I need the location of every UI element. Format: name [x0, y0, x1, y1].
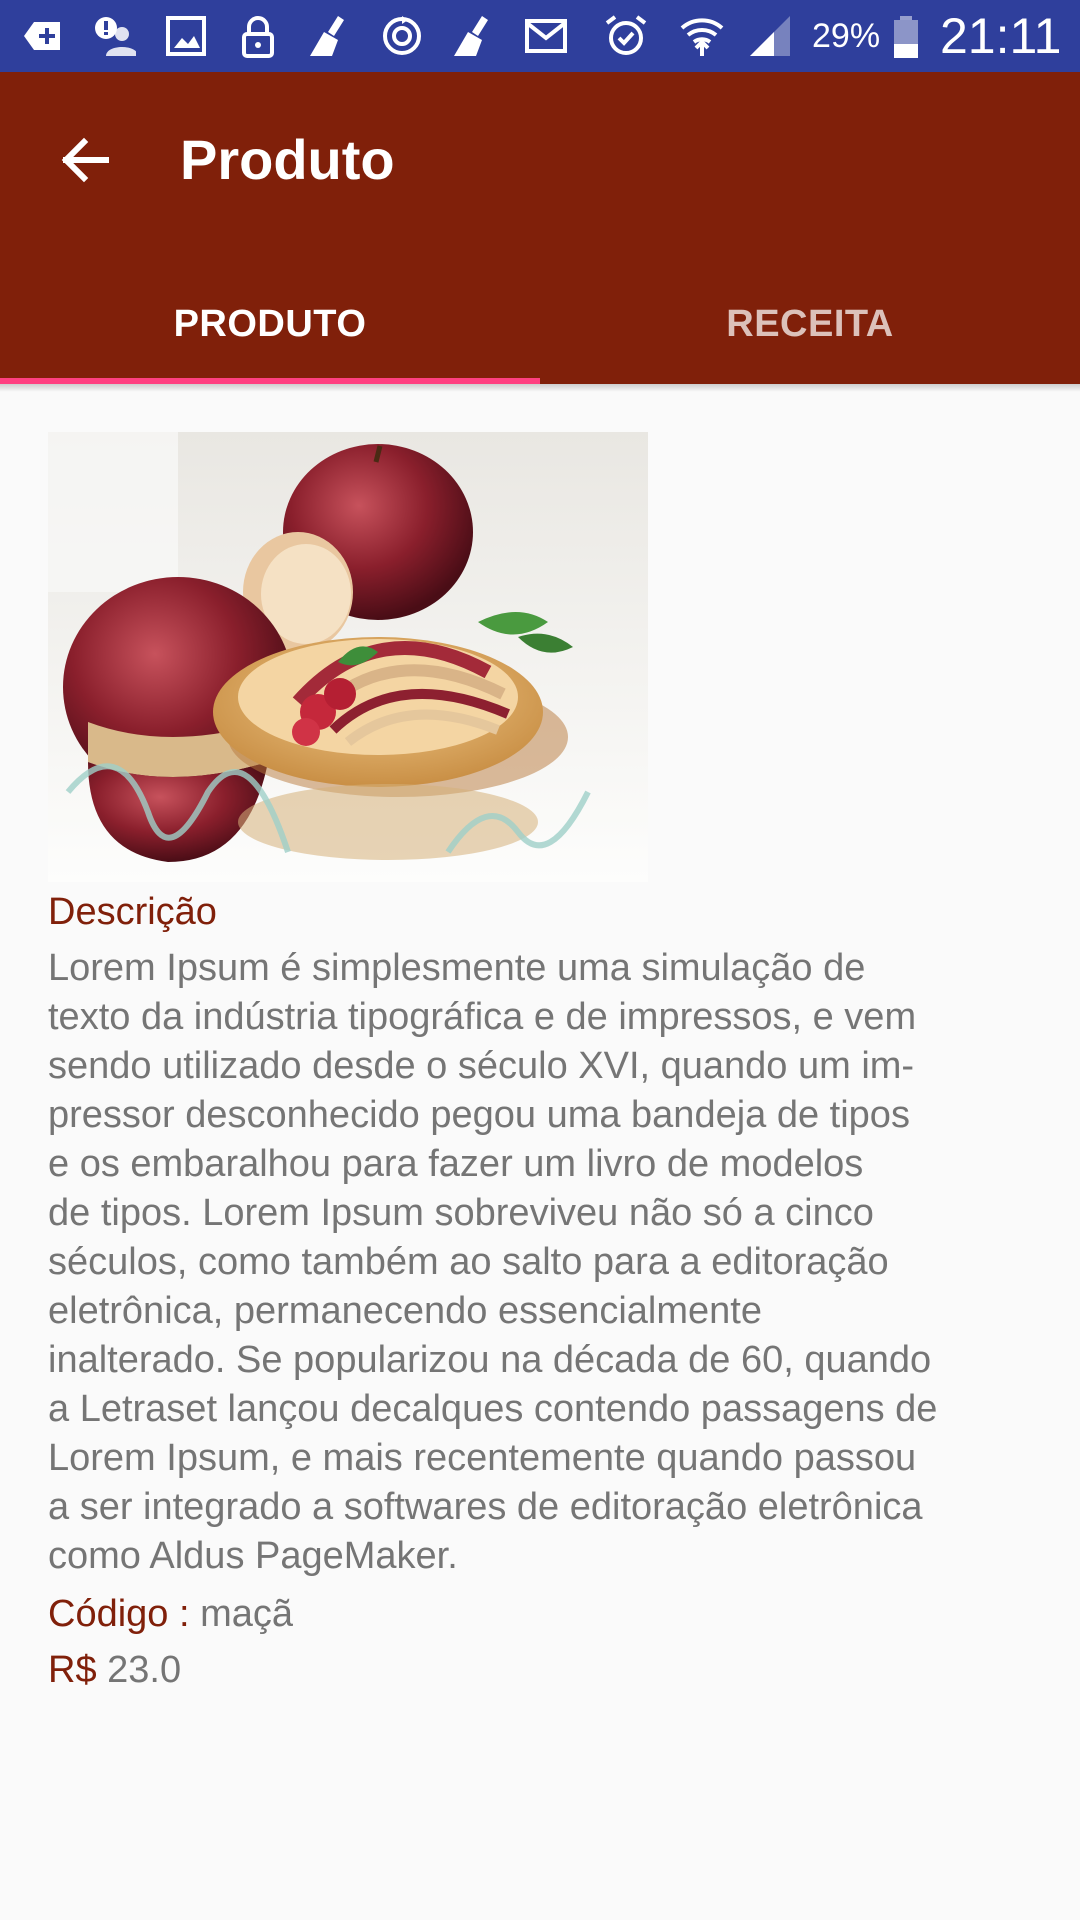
- product-image: [48, 432, 648, 882]
- arrow-back-icon: [61, 137, 109, 183]
- tab-produto[interactable]: PRODUTO: [0, 264, 540, 384]
- price-label: R$: [48, 1649, 97, 1691]
- description-line: Lorem Ipsum é simplesmente uma simulação…: [48, 947, 866, 989]
- description-text: Lorem Ipsum é simplesmente uma simulação…: [48, 944, 1038, 1581]
- code-row: Código : maçã: [48, 1586, 293, 1642]
- code-value: maçã: [200, 1593, 294, 1635]
- description-line: a ser integrado a softwares de editoraçã…: [48, 1486, 923, 1528]
- page-title: Produto: [180, 128, 395, 191]
- code-label: Código :: [48, 1593, 190, 1635]
- broom-icon: [452, 14, 496, 58]
- app-bar-shadow: [0, 384, 1080, 392]
- alarm-icon: [604, 14, 648, 58]
- alert-person-icon: [92, 14, 136, 58]
- mail-icon: [524, 14, 568, 58]
- description-line: séculos, como também ao salto para a edi…: [48, 1241, 889, 1283]
- add-notification-icon: [20, 14, 64, 58]
- price-row: R$ 23.0: [48, 1642, 181, 1698]
- description-line: a Letraset lançou decalques contendo pas…: [48, 1388, 938, 1430]
- description-line: pressor desconhecido pegou uma bandeja d…: [48, 1094, 910, 1136]
- image-icon: [164, 14, 208, 58]
- description-line: e os embaralhou para fazer um livro de m…: [48, 1143, 864, 1185]
- description-line: como Aldus PageMaker.: [48, 1535, 458, 1577]
- app-bar: Produto PRODUTO RECEITA: [0, 72, 1080, 384]
- battery-icon: [884, 14, 928, 58]
- battery-percent: 29%: [812, 17, 881, 55]
- tab-receita[interactable]: RECEITA: [540, 264, 1080, 384]
- status-bar: 29% 21:11: [0, 0, 1080, 72]
- sync-icon: [380, 14, 424, 58]
- description-label: Descrição: [48, 891, 217, 933]
- wifi-icon: [680, 14, 724, 58]
- signal-icon: [748, 14, 792, 58]
- broom-icon: [308, 14, 352, 58]
- description-line: sendo utilizado desde o século XVI, quan…: [48, 1045, 915, 1087]
- description-line: de tipos. Lorem Ipsum sobreviveu não só …: [48, 1192, 874, 1234]
- back-button[interactable]: [36, 112, 132, 208]
- price-value: 23.0: [107, 1649, 182, 1691]
- description-line: eletrônica, permanecendo essencialmente: [48, 1290, 762, 1332]
- description-line: texto da indústria tipográfica e de impr…: [48, 996, 917, 1038]
- apple-tart-photo: [48, 432, 648, 882]
- description-line: inalterado. Se popularizou na década de …: [48, 1339, 932, 1381]
- clock: 21:11: [940, 8, 1062, 64]
- description-line: Lorem Ipsum, e mais recentemente quando …: [48, 1437, 917, 1479]
- lock-icon: [236, 14, 280, 58]
